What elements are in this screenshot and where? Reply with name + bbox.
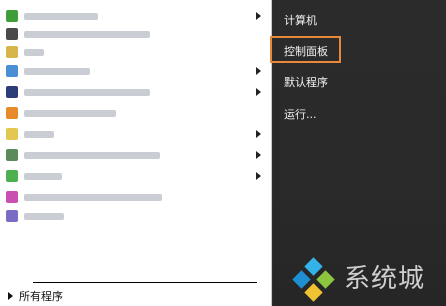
program-item[interactable] <box>6 146 246 164</box>
program-item[interactable] <box>6 188 246 206</box>
folder-icon <box>6 46 18 58</box>
blurred-program-label <box>24 67 90 75</box>
blurred-program-label <box>24 193 162 201</box>
site-watermark: 系统城 <box>292 257 442 302</box>
blurred-program-label <box>24 172 62 180</box>
blurred-program-label <box>24 151 160 159</box>
default-programs-link[interactable]: 默认程序 <box>284 74 328 90</box>
watermark-text: 系统城 <box>344 264 426 294</box>
diamond-logo-icon <box>292 257 336 302</box>
run-link[interactable]: 运行... <box>284 106 317 122</box>
blurred-program-label <box>24 212 64 220</box>
program-item[interactable] <box>6 207 246 225</box>
program-item[interactable] <box>6 167 246 185</box>
submenu-arrow-icon[interactable] <box>256 67 261 75</box>
colorful-icon <box>6 191 18 203</box>
browser-icon <box>6 107 18 119</box>
program-item[interactable] <box>6 43 246 61</box>
paint-icon <box>6 128 18 140</box>
submenu-arrow-icon[interactable] <box>256 12 261 20</box>
chrome-icon <box>6 170 18 182</box>
program-item[interactable] <box>6 104 246 122</box>
program-item[interactable] <box>6 125 246 143</box>
app-icon <box>6 28 18 40</box>
blurred-program-label <box>24 30 150 38</box>
vm-icon <box>6 149 18 161</box>
all-programs-label: 所有程序 <box>19 290 63 303</box>
submenu-arrow-icon[interactable] <box>256 130 261 138</box>
blurred-program-label <box>24 48 44 56</box>
all-programs-button[interactable]: 所有程序 <box>8 288 63 304</box>
blurred-program-label <box>24 109 116 117</box>
menu-divider <box>33 282 257 283</box>
green-arrow-icon <box>6 10 18 22</box>
computer-link[interactable]: 计算机 <box>284 12 317 28</box>
blurred-program-label <box>24 88 150 96</box>
submenu-arrow-icon[interactable] <box>256 172 261 180</box>
submenu-arrow-icon[interactable] <box>256 151 261 159</box>
program-item[interactable] <box>6 25 246 43</box>
photoshop-icon <box>6 86 18 98</box>
triangle-right-icon <box>8 292 13 300</box>
program-item[interactable] <box>6 83 246 101</box>
blurred-program-label <box>24 130 54 138</box>
web-icon <box>6 65 18 77</box>
program-item[interactable] <box>6 7 246 25</box>
blurred-program-label <box>24 12 98 20</box>
submenu-arrow-icon[interactable] <box>256 88 261 96</box>
app-icon <box>6 210 18 222</box>
program-item[interactable] <box>6 62 246 80</box>
control-panel-link[interactable]: 控制面板 <box>284 43 328 59</box>
